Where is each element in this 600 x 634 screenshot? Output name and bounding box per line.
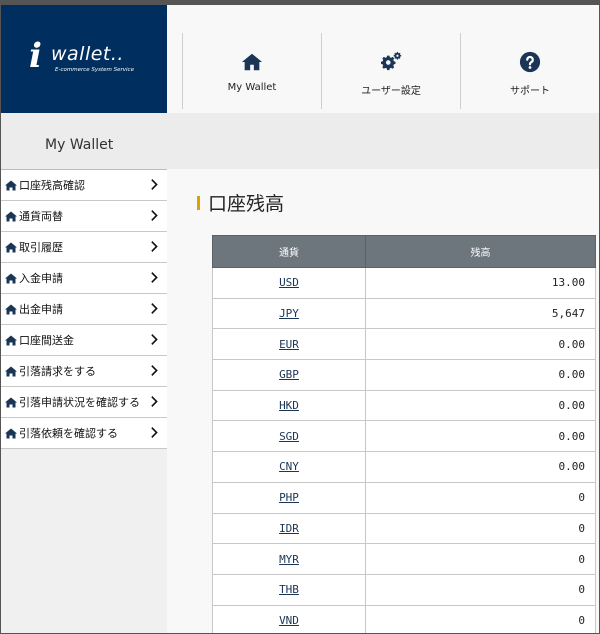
table-row: USD 13.00	[212, 267, 596, 299]
home-icon	[5, 366, 17, 376]
balance-value: 0	[365, 573, 596, 606]
currency-link[interactable]: EUR	[279, 338, 299, 351]
chevron-right-icon	[151, 396, 161, 408]
table-row: PHP 0	[212, 481, 596, 514]
sidebar-item-transfer[interactable]: 口座間送金	[1, 325, 167, 356]
table-row: HKD 0.00	[212, 389, 596, 422]
logo[interactable]: i wallet.. E-commerce System Service	[1, 5, 167, 113]
home-icon	[5, 428, 17, 438]
balance-value: 5,647	[365, 297, 596, 330]
balance-value: 0.00	[365, 451, 596, 483]
home-icon	[5, 335, 17, 345]
balance-value: 0.00	[365, 420, 596, 453]
sidebar-item-debit-request[interactable]: 引落請求をする	[1, 356, 167, 387]
chevron-right-icon	[151, 272, 161, 284]
page-title: 口座残高	[197, 189, 284, 216]
sidebar-item-label: 取引履歴	[19, 241, 63, 254]
logo-word: wallet..	[51, 43, 124, 65]
currency-link[interactable]: SGD	[279, 430, 299, 443]
sidebar-item-label: 引落請求をする	[19, 365, 96, 378]
column-header-balance: 残高	[365, 235, 596, 268]
chevron-right-icon	[151, 179, 161, 191]
currency-link[interactable]: PHP	[279, 491, 299, 504]
nav-support[interactable]: サポート	[460, 33, 599, 109]
home-icon	[5, 211, 17, 221]
sidebar-item-label: 通貨両替	[19, 210, 63, 223]
balance-value: 0.00	[365, 328, 596, 361]
sidebar-item-label: 入金申請	[19, 272, 63, 285]
nav-my-wallet-label: My Wallet	[227, 82, 277, 93]
table-row: IDR 0	[212, 512, 596, 545]
table-row: SGD 0.00	[212, 420, 596, 453]
app-frame: i wallet.. E-commerce System Service My …	[0, 0, 600, 634]
currency-link[interactable]: THB	[279, 583, 299, 596]
balance-value: 0	[365, 543, 596, 575]
balance-value: 0	[365, 512, 596, 545]
logo-mark: i wallet.. E-commerce System Service	[29, 39, 139, 79]
nav-user-settings-label: ユーザー設定	[361, 86, 421, 97]
currency-link[interactable]: JPY	[279, 307, 299, 320]
home-icon	[5, 273, 17, 283]
currency-link[interactable]: HKD	[279, 399, 299, 412]
sidebar-item-label: 口座間送金	[19, 334, 74, 347]
top-navigation: My Wallet ユーザー設定 サポート	[167, 5, 599, 113]
sidebar-item-deposit[interactable]: 入金申請	[1, 263, 167, 294]
page-title-text: 口座残高	[208, 193, 285, 215]
balance-value: 13.00	[365, 267, 596, 299]
sidebar-item-withdrawal[interactable]: 出金申請	[1, 294, 167, 325]
section-title: My Wallet	[45, 137, 114, 153]
heading-accent-bar	[197, 195, 200, 210]
logo-letter: i	[29, 36, 42, 76]
sidebar-item-debit-status[interactable]: 引落申請状況を確認する	[1, 387, 167, 418]
table-row: MYR 0	[212, 543, 596, 575]
sidebar-menu: 口座残高確認 通貨両替 取引履歴 入金申請 出金申請 口座間送金 引落請求をする…	[1, 169, 167, 449]
logo-tagline: E-commerce System Service	[55, 67, 134, 73]
question-circle-icon	[519, 51, 541, 73]
gears-icon	[381, 51, 402, 71]
table-row: EUR 0.00	[212, 328, 596, 361]
sidebar-item-label: 引落依頼を確認する	[19, 427, 118, 440]
chevron-right-icon	[151, 365, 161, 377]
sidebar-item-debit-confirm[interactable]: 引落依頼を確認する	[1, 418, 167, 449]
table-row: VND 0	[212, 604, 596, 633]
table-row: GBP 0.00	[212, 359, 596, 391]
nav-my-wallet[interactable]: My Wallet	[182, 33, 321, 109]
chevron-right-icon	[151, 303, 161, 315]
sidebar-item-label: 口座残高確認	[19, 179, 85, 192]
section-title-bar: My Wallet	[1, 113, 599, 169]
sidebar-item-label: 引落申請状況を確認する	[19, 396, 140, 409]
chevron-right-icon	[151, 427, 161, 439]
sidebar: 口座残高確認 通貨両替 取引履歴 入金申請 出金申請 口座間送金 引落請求をする…	[1, 169, 167, 633]
table-header-row: 通貨 残高	[212, 235, 596, 268]
chevron-right-icon	[151, 241, 161, 253]
currency-link[interactable]: USD	[279, 276, 299, 289]
nav-user-settings[interactable]: ユーザー設定	[321, 33, 460, 109]
balance-value: 0.00	[365, 389, 596, 422]
column-header-currency: 通貨	[212, 235, 366, 268]
home-icon	[5, 180, 17, 190]
currency-link[interactable]: GBP	[279, 368, 299, 381]
currency-link[interactable]: MYR	[279, 553, 299, 566]
table-row: THB 0	[212, 573, 596, 606]
currency-link[interactable]: CNY	[279, 460, 299, 473]
currency-link[interactable]: IDR	[279, 522, 299, 535]
sidebar-item-exchange[interactable]: 通貨両替	[1, 201, 167, 232]
balance-value: 0	[365, 481, 596, 514]
sidebar-item-balance[interactable]: 口座残高確認	[1, 170, 167, 201]
chevron-right-icon	[151, 334, 161, 346]
nav-support-label: サポート	[510, 86, 550, 97]
home-icon	[5, 397, 17, 407]
balance-value: 0.00	[365, 359, 596, 391]
home-icon	[241, 53, 263, 71]
chevron-right-icon	[151, 210, 161, 222]
balance-table: 通貨 残高 USD 13.00 JPY 5,647 EUR 0.00 GBP 0.00 …	[212, 235, 596, 633]
sidebar-item-history[interactable]: 取引履歴	[1, 232, 167, 263]
balance-value: 0	[365, 604, 596, 633]
home-icon	[5, 304, 17, 314]
table-row: CNY 0.00	[212, 451, 596, 483]
table-row: JPY 5,647	[212, 297, 596, 330]
home-icon	[5, 242, 17, 252]
currency-link[interactable]: VND	[279, 614, 299, 627]
sidebar-item-label: 出金申請	[19, 303, 63, 316]
